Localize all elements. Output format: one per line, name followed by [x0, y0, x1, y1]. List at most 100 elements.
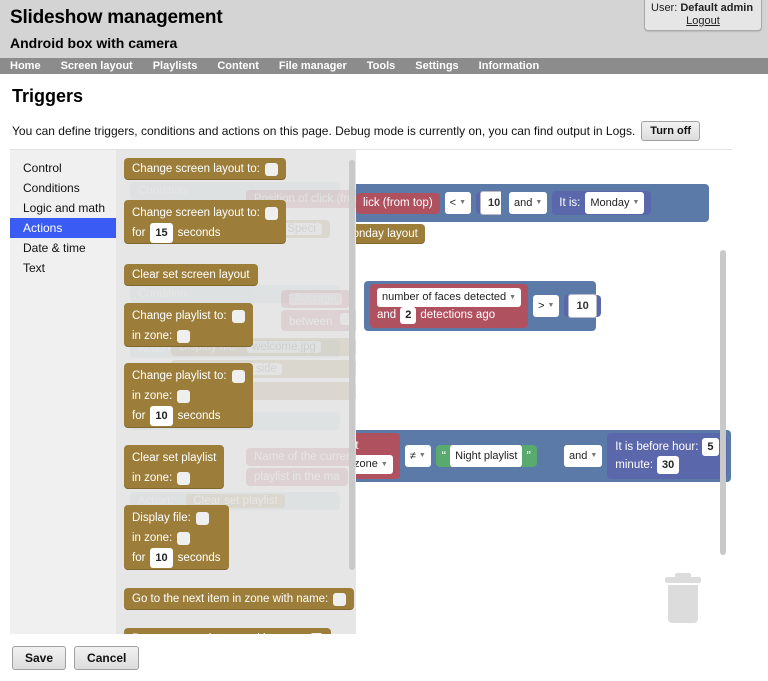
blockly-flyout[interactable]: Change screen layout to: Change screen l…	[116, 150, 356, 634]
flyout-block-pause-content[interactable]: Pause content in zone with name:	[124, 628, 331, 634]
date-label: It is:	[559, 197, 581, 209]
flyout-block-change-screen-layout[interactable]: Change screen layout to:	[124, 158, 286, 180]
flyout-field-zone-3[interactable]	[177, 471, 191, 485]
faces-detected-dropdown[interactable]: number of faces detected ▼	[377, 288, 522, 307]
flyout-block-change-playlist-in-zone-for-seconds[interactable]: Change playlist to: in zone: for 10 seco…	[124, 363, 253, 428]
workspace-vertical-scrollbar[interactable]	[720, 250, 726, 555]
flyout-field-seconds-10b[interactable]: 10	[150, 548, 173, 568]
operator-dropdown-3[interactable]: ≠ ▼	[404, 445, 431, 467]
flyout-field-seconds-15[interactable]: 15	[150, 223, 173, 243]
time-hour-value[interactable]: 5	[702, 438, 719, 456]
nav-item-playlists[interactable]: Playlists	[147, 58, 212, 74]
flyout-label-in-zone-3: in zone:	[132, 472, 173, 484]
time-minute-value[interactable]: 30	[657, 456, 680, 474]
chevron-down-icon: ▼	[418, 452, 426, 459]
page-content: Triggers You can define triggers, condit…	[0, 74, 768, 141]
conjunction-dropdown-1[interactable]: and ▼	[509, 192, 548, 214]
flyout-label-clear-set-screen-layout: Clear set screen layout	[132, 269, 250, 281]
nav-item-file-manager[interactable]: File manager	[273, 58, 361, 74]
current-playlist-zone-dropdown[interactable]: zone ▼	[356, 455, 393, 474]
nav-item-information[interactable]: Information	[473, 58, 554, 74]
flyout-block-change-playlist-in-zone[interactable]: Change playlist to: in zone:	[124, 303, 253, 347]
flyout-block-go-to-next-item[interactable]: Go to the next item in zone with name:	[124, 588, 355, 610]
nav-item-content[interactable]: Content	[211, 58, 273, 74]
flyout-label-for-2: for	[132, 410, 146, 422]
date-dropdown-monday[interactable]: Monday ▼	[585, 192, 645, 214]
flyout-field-playlist-2[interactable]	[231, 369, 245, 383]
text-block-night-playlist[interactable]: “ Night playlist ”	[435, 445, 537, 467]
main-navigation: Home Screen layout Playlists Content Fil…	[0, 58, 768, 74]
toolbox-item-conditions[interactable]: Conditions	[10, 178, 116, 198]
turn-off-debug-button[interactable]: Turn off	[641, 121, 701, 141]
time-block-before-hour[interactable]: It is before hour: 5 minute: 30	[607, 433, 727, 479]
flyout-block-clear-set-screen-layout[interactable]: Clear set screen layout	[124, 264, 258, 286]
flyout-field-zone-5[interactable]	[333, 592, 347, 606]
sense-faces-detected[interactable]: number of faces detected ▼ and 2 detecti…	[370, 284, 529, 328]
conjunction-dropdown-2[interactable]: and ▼	[564, 445, 603, 467]
flyout-field-zone-4[interactable]	[177, 531, 191, 545]
flyout-label-seconds-2: seconds	[177, 410, 221, 422]
toolbox-item-date-time[interactable]: Date & time	[10, 238, 116, 258]
nav-item-home[interactable]: Home	[4, 58, 55, 74]
flyout-field-zone-2[interactable]	[177, 389, 191, 403]
trigger-block-faces[interactable]: number of faces detected ▼ and 2 detecti…	[364, 281, 601, 331]
flyout-field-file[interactable]	[195, 511, 209, 525]
toolbox-item-text[interactable]: Text	[10, 258, 116, 278]
flyout-field-zone-6[interactable]	[309, 632, 323, 634]
cancel-button[interactable]: Cancel	[74, 646, 140, 670]
flyout-field-seconds-10a[interactable]: 10	[150, 406, 173, 426]
form-actions: Save Cancel	[0, 634, 768, 670]
trash-icon[interactable]	[662, 573, 704, 625]
flyout-label-change-screen-layout: Change screen layout to:	[132, 163, 260, 175]
quote-close-icon: ”	[526, 448, 531, 463]
flyout-label-go-to-next-item: Go to the next item in zone with name:	[132, 593, 329, 605]
sense-position-of-click-label: lick (from top)	[363, 197, 433, 209]
action-block-monday-layout[interactable]: Monday layout	[356, 224, 425, 244]
flyout-field-playlist-1[interactable]	[231, 309, 245, 323]
flyout-label-pause-content: Pause content in zone with name:	[132, 629, 305, 634]
operator-dropdown-1[interactable]: < ▼	[444, 192, 472, 214]
flyout-block-change-screen-layout-for-seconds[interactable]: Change screen layout to: for 15 seconds	[124, 200, 286, 244]
chevron-down-icon: ▼	[509, 294, 517, 301]
operator-value-3: ≠	[409, 450, 416, 462]
date-value: Monday	[590, 197, 630, 209]
nav-item-screen-layout[interactable]: Screen layout	[55, 58, 147, 74]
chevron-down-icon: ▼	[632, 199, 640, 206]
blockly-canvas[interactable]: lick (from top) < ▼ 10 and ▼ It is: Mond…	[356, 150, 732, 634]
current-playlist-text-1: nt	[356, 438, 359, 455]
flyout-field-layout-2[interactable]	[264, 206, 278, 220]
toolbox-item-logic-and-math[interactable]: Logic and math	[10, 198, 116, 218]
conjunction-block-2[interactable]: and ▼ It is before hour: 5 minute: 30	[556, 430, 731, 482]
faces-detected-label: number of faces detected	[382, 291, 507, 303]
flyout-field-layout-1[interactable]	[264, 162, 278, 176]
page-description: You can define triggers, conditions and …	[12, 124, 636, 138]
user-name: Default admin	[680, 2, 754, 14]
page-header: Slideshow management Android box with ca…	[0, 0, 768, 58]
action-monday-layout-label: Monday layout	[356, 228, 418, 240]
number-value-2[interactable]: 10	[568, 294, 597, 318]
logout-link[interactable]: Logout	[651, 15, 755, 27]
time-before-hour-label: It is before hour:	[615, 441, 699, 453]
flyout-block-clear-set-playlist-in-zone[interactable]: Clear set playlist in zone:	[124, 445, 225, 489]
blockly-workspace-area[interactable]: Control Conditions Logic and math Action…	[10, 149, 732, 634]
flyout-vertical-scrollbar[interactable]	[349, 160, 355, 570]
page-title: Triggers	[12, 86, 84, 106]
date-block-monday[interactable]: It is: Monday ▼	[552, 191, 652, 215]
toolbox-item-control[interactable]: Control	[10, 158, 116, 178]
toolbox-item-actions[interactable]: Actions	[10, 218, 116, 238]
operator-dropdown-2[interactable]: > ▼	[533, 295, 560, 317]
number-block-2[interactable]: 10	[564, 294, 601, 318]
sense-position-of-click[interactable]: lick (from top)	[356, 192, 440, 214]
nav-item-tools[interactable]: Tools	[361, 58, 410, 74]
chevron-down-icon: ▼	[535, 199, 543, 206]
flyout-field-zone-1[interactable]	[177, 329, 191, 343]
nav-item-settings[interactable]: Settings	[409, 58, 472, 74]
sense-current-playlist[interactable]: nt zone ▼	[356, 433, 400, 479]
text-value-night-playlist[interactable]: Night playlist	[450, 445, 523, 467]
conjunction-block-1[interactable]: and ▼ It is: Monday ▼	[501, 184, 709, 222]
chevron-down-icon: ▼	[547, 302, 555, 309]
faces-detections-count[interactable]: 2	[400, 307, 417, 324]
flyout-block-display-file-in-zone-for-seconds[interactable]: Display file: in zone: for 10 seconds	[124, 505, 229, 570]
faces-ago-label: detections ago	[420, 309, 496, 321]
save-button[interactable]: Save	[12, 646, 67, 670]
